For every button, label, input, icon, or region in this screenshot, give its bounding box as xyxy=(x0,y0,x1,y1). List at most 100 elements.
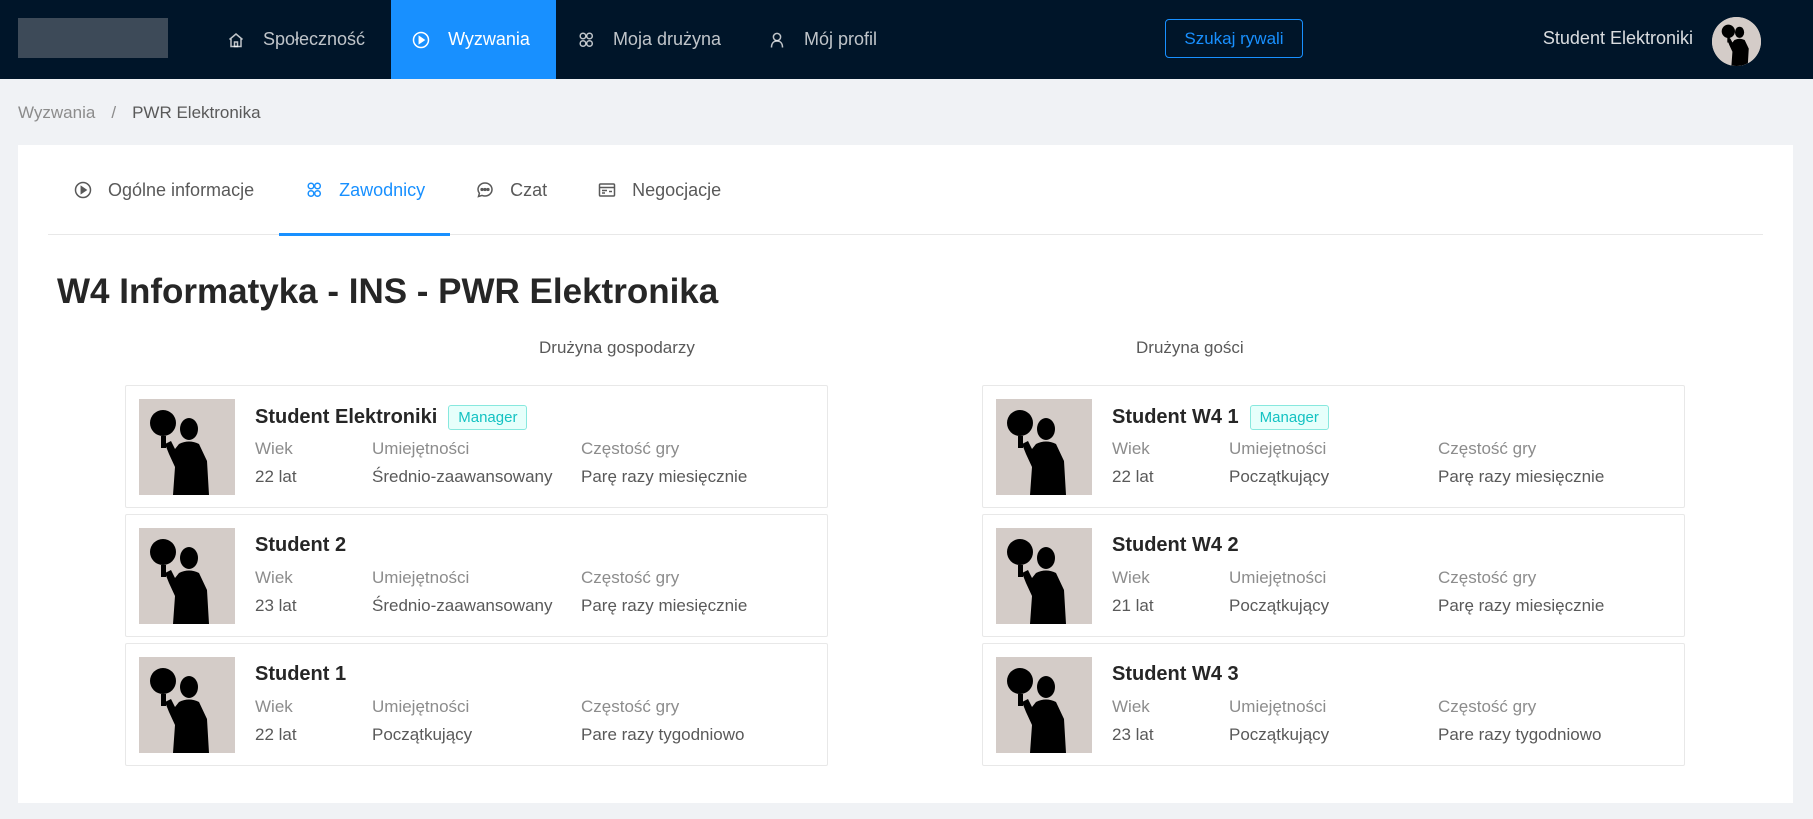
away-team-heading: Drużyna gości xyxy=(1136,338,1244,357)
player-name-text: Student W4 1 xyxy=(1112,405,1239,428)
player-skill: Umiejętności Początkujący xyxy=(1229,439,1329,487)
player-frequency: Częstość gry Pare razy tygodniowo xyxy=(1438,697,1601,745)
player-frequency: Częstość gry Parę razy miesięcznie xyxy=(1438,439,1604,487)
manager-badge: Manager xyxy=(448,405,528,430)
nav-item-label: Mój profil xyxy=(804,29,878,49)
skill-label: Umiejętności xyxy=(1229,568,1327,587)
content-panel: Ogólne informacje Zawodnicy Czat Negocja… xyxy=(18,145,1793,803)
age-label: Wiek xyxy=(1112,697,1150,716)
player-card[interactable]: Student W4 2 Wiek 21 lat Umiejętności Po… xyxy=(982,514,1685,637)
tab-players[interactable]: Zawodnicy xyxy=(279,145,451,236)
age-value: 23 lat xyxy=(255,596,297,615)
tab-negotiations[interactable]: Negocjacje xyxy=(572,145,746,235)
player-photo xyxy=(996,399,1092,495)
player-name-text: Student 1 xyxy=(255,663,347,685)
frequency-label: Częstość gry xyxy=(1438,439,1537,458)
skill-value: Początkujący xyxy=(1229,596,1330,615)
skill-value: Średnio-zaawansowany xyxy=(372,467,553,486)
home-icon xyxy=(227,31,245,49)
skill-value: Początkujący xyxy=(1229,725,1330,744)
frequency-label: Częstość gry xyxy=(581,568,680,587)
age-value: 22 lat xyxy=(1112,467,1154,486)
player-card[interactable]: Student Elektroniki Manager Wiek 22 lat U… xyxy=(125,385,828,508)
user-name[interactable]: Student Elektroniki xyxy=(1543,28,1693,49)
age-label: Wiek xyxy=(255,697,293,716)
match-title: W4 Informatyka - INS - PWR Elektronika xyxy=(57,272,719,311)
player-name[interactable]: Student Elektroniki Manager xyxy=(255,405,528,430)
manager-badge: Manager xyxy=(1249,405,1329,430)
breadcrumb: Wyzwania / PWR Elektronika xyxy=(18,103,261,123)
player-name[interactable]: Student W4 1 Manager xyxy=(1112,405,1329,430)
player-photo xyxy=(139,399,235,495)
player-card[interactable]: Student W4 1 Manager Wiek 22 lat Umiejętn… xyxy=(982,385,1685,508)
age-label: Wiek xyxy=(1112,439,1150,458)
frequency-value: Parę razy miesięcznie xyxy=(1438,467,1605,486)
frequency-value: Parę razy miesięcznie xyxy=(581,596,748,615)
player-name-text: Student 2 xyxy=(255,534,347,556)
age-label: Wiek xyxy=(1112,568,1150,587)
player-name[interactable]: Student 2 xyxy=(255,534,346,557)
skill-label: Umiejętności xyxy=(1229,697,1327,716)
nav-item-challenges[interactable]: Wyzwania xyxy=(391,0,556,79)
away-team-list: Student W4 1 Manager Wiek 22 lat Umiejętn… xyxy=(982,385,1685,772)
player-age: Wiek 23 lat xyxy=(255,568,297,616)
age-value: 21 lat xyxy=(1112,596,1154,615)
player-card[interactable]: Student W4 3 Wiek 23 lat Umiejętności Po… xyxy=(982,643,1685,766)
player-photo xyxy=(139,528,235,624)
age-value: 23 lat xyxy=(1112,725,1154,744)
player-name[interactable]: Student 1 xyxy=(255,663,346,686)
player-name-text: Student W4 2 xyxy=(1112,534,1239,556)
nav-item-label: Społeczność xyxy=(263,29,366,49)
frequency-label: Częstość gry xyxy=(1438,697,1537,716)
tab-general-info[interactable]: Ogólne informacje xyxy=(48,145,279,235)
age-value: 22 lat xyxy=(255,725,297,744)
nav-item-my-team[interactable]: Moja drużyna xyxy=(556,0,747,79)
age-value: 22 lat xyxy=(255,467,297,486)
home-team-heading: Drużyna gospodarzy xyxy=(539,338,695,357)
skill-value: Początkujący xyxy=(372,725,473,744)
player-age: Wiek 21 lat xyxy=(1112,568,1154,616)
player-name[interactable]: Student W4 2 xyxy=(1112,534,1239,557)
frequency-value: Pare razy tygodniowo xyxy=(581,725,745,744)
age-label: Wiek xyxy=(255,568,293,587)
tab-chat[interactable]: Czat xyxy=(450,145,572,235)
frequency-value: Pare razy tygodniowo xyxy=(1438,725,1602,744)
player-card[interactable]: Student 1 Wiek 22 lat Umiejętności Począ… xyxy=(125,643,828,766)
app-logo[interactable] xyxy=(18,18,168,58)
search-rivals-button[interactable]: Szukaj rywali xyxy=(1165,19,1303,58)
player-card[interactable]: Student 2 Wiek 23 lat Umiejętności Średn… xyxy=(125,514,828,637)
frequency-label: Częstość gry xyxy=(1438,568,1537,587)
player-skill: Umiejętności Początkujący xyxy=(1229,697,1329,745)
tab-label: Czat xyxy=(510,179,548,200)
breadcrumb-separator: / xyxy=(111,103,117,122)
top-navbar: Społeczność Wyzwania Moja drużyna Mój pr… xyxy=(0,0,1813,79)
team-icon xyxy=(577,31,595,49)
play-circle-icon xyxy=(412,31,430,49)
avatar[interactable] xyxy=(1712,17,1761,66)
player-skill: Umiejętności Początkujący xyxy=(372,697,472,745)
skill-label: Umiejętności xyxy=(372,697,470,716)
player-age: Wiek 22 lat xyxy=(255,439,297,487)
player-skill: Umiejętności Początkujący xyxy=(1229,568,1329,616)
skill-value: Początkujący xyxy=(1229,467,1330,486)
player-photo xyxy=(996,528,1092,624)
player-photo xyxy=(139,657,235,753)
play-circle-icon xyxy=(74,181,92,199)
player-name[interactable]: Student W4 3 xyxy=(1112,663,1239,686)
player-frequency: Częstość gry Parę razy miesięcznie xyxy=(581,439,747,487)
breadcrumb-link-challenges[interactable]: Wyzwania xyxy=(18,103,95,123)
frequency-label: Częstość gry xyxy=(581,697,680,716)
player-frequency: Częstość gry Pare razy tygodniowo xyxy=(581,697,744,745)
nav-item-my-profile[interactable]: Mój profil xyxy=(747,0,903,79)
nav-item-community[interactable]: Społeczność xyxy=(206,0,391,79)
frequency-label: Częstość gry xyxy=(581,439,680,458)
frequency-value: Parę razy miesięcznie xyxy=(1438,596,1605,615)
tab-label: Negocjacje xyxy=(632,179,722,200)
nav-item-label: Moja drużyna xyxy=(612,29,721,49)
skill-label: Umiejętności xyxy=(372,568,470,587)
frequency-value: Parę razy miesięcznie xyxy=(581,467,748,486)
skill-label: Umiejętności xyxy=(1229,439,1327,458)
tab-bar: Ogólne informacje Zawodnicy Czat Negocja… xyxy=(48,145,1763,236)
player-skill: Umiejętności Średnio-zaawansowany xyxy=(372,439,553,487)
team-icon xyxy=(305,181,323,199)
